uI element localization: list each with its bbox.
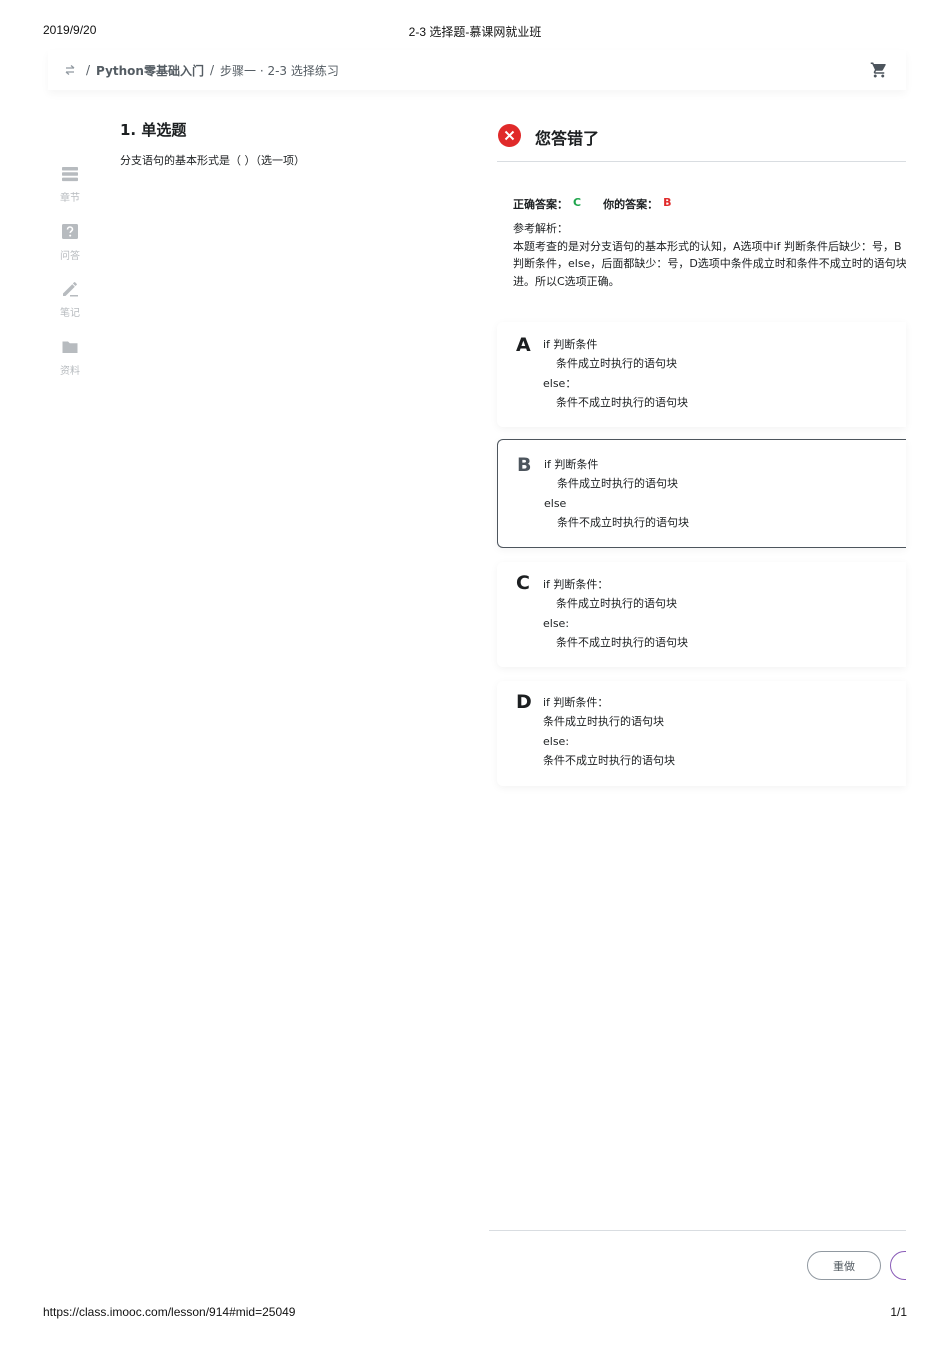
breadcrumb-lesson: 步骤一 · 2-3 选择练习	[220, 63, 339, 78]
chapter-icon	[61, 165, 79, 187]
close-circle-icon	[498, 124, 521, 147]
option-line: 条件成立时执行的语句块	[557, 477, 678, 491]
option-line: if 判断条件	[543, 338, 598, 351]
option-line: if 判断条件：	[543, 578, 609, 591]
option-line: 条件不成立时执行的语句块	[556, 395, 688, 409]
sidenav-item-materials[interactable]: 资料	[50, 338, 90, 396]
note-pencil-icon	[61, 280, 79, 302]
option-code: if 判断条件： 条件成立时执行的语句块 else: 条件不成立时执行的语句块	[543, 575, 688, 652]
print-page-title: 2-3 选择题-慕课网就业班	[408, 25, 542, 39]
option-c[interactable]: C if 判断条件： 条件成立时执行的语句块 else: 条件不成立时执行的语句…	[497, 562, 906, 667]
sidenav-label: 资料	[60, 365, 80, 377]
option-line: 条件成立时执行的语句块	[556, 597, 677, 611]
question-title: 1. 单选题	[120, 121, 187, 139]
divider	[489, 1230, 906, 1231]
sidenav-label: 章节	[60, 193, 80, 204]
analysis-line: 判断条件，else，后面都缺少：号，D选项中条件成立时和条件不成立时的语句块	[513, 257, 906, 270]
sidenav-item-notes[interactable]: 笔记	[50, 280, 90, 338]
option-letter: B	[517, 454, 532, 476]
option-b[interactable]: B if 判断条件 条件成立时执行的语句块 else 条件不成立时执行的语句块	[497, 439, 906, 548]
correct-answer-label: 正确答案：	[513, 198, 568, 211]
option-line: else：	[543, 376, 577, 390]
option-letter: D	[516, 691, 532, 713]
sidenav-item-qa[interactable]: 问答	[50, 223, 90, 281]
option-letter: A	[516, 334, 531, 356]
question-text: 分支语句的基本形式是（ ）（选一项）	[120, 154, 305, 167]
breadcrumb-separator: /	[86, 63, 91, 77]
option-line: 条件不成立时执行的语句块	[557, 515, 689, 529]
option-a[interactable]: A if 判断条件 条件成立时执行的语句块 else： 条件不成立时执行的语句块	[497, 322, 906, 427]
redo-button[interactable]: 重做	[807, 1251, 881, 1280]
cart-icon[interactable]	[870, 61, 888, 79]
option-line: 条件成立时执行的语句块	[556, 357, 677, 371]
option-code: if 判断条件： 条件成立时执行的语句块 else: 条件不成立时执行的语句块	[543, 693, 675, 770]
answer-summary: 正确答案： C 你的答案： B	[513, 196, 671, 212]
answer-analysis: 参考解析： 本题考查的是对分支语句的基本形式的认知，A选项中if 判断条件后缺少…	[513, 220, 906, 290]
option-code: if 判断条件 条件成立时执行的语句块 else： 条件不成立时执行的语句块	[543, 335, 688, 412]
analysis-line: 本题考查的是对分支语句的基本形式的认知，A选项中if 判断条件后缺少：号，B	[513, 239, 902, 253]
sidenav-label: 笔记	[60, 308, 80, 319]
option-line: 条件成立时执行的语句块	[543, 715, 664, 729]
result-header: 您答错了	[497, 124, 906, 162]
option-line: if 判断条件	[544, 458, 599, 471]
option-line: if 判断条件：	[543, 696, 609, 709]
print-url: https://class.imooc.com/lesson/914#mid=2…	[43, 1305, 296, 1319]
print-page-number: 1/1	[890, 1305, 907, 1319]
breadcrumb-bar: / Python零基础入门 / 步骤一 · 2-3 选择练习	[48, 50, 906, 90]
result-status: 您答错了	[535, 129, 600, 148]
breadcrumb-course[interactable]: Python零基础入门	[96, 62, 204, 79]
breadcrumb-separator: /	[209, 63, 215, 77]
analysis-line: 进。所以C选项正确。	[513, 274, 620, 288]
option-line: else	[544, 496, 567, 510]
side-nav: 章节 问答 笔记 资料	[50, 165, 90, 395]
option-d[interactable]: D if 判断条件： 条件成立时执行的语句块 else: 条件不成立时执行的语句…	[497, 681, 906, 786]
option-line: else:	[543, 734, 570, 748]
analysis-label: 参考解析：	[513, 222, 568, 235]
option-line: 条件不成立时执行的语句块	[543, 753, 675, 767]
switch-arrows-icon[interactable]	[60, 60, 80, 80]
your-answer-value: B	[663, 196, 672, 209]
option-line: 条件不成立时执行的语句块	[556, 635, 688, 649]
next-button[interactable]	[890, 1251, 906, 1280]
option-code: if 判断条件 条件成立时执行的语句块 else 条件不成立时执行的语句块	[544, 455, 689, 532]
correct-answer-value: C	[573, 196, 582, 209]
your-answer-label: 你的答案：	[603, 198, 659, 211]
question-icon	[61, 223, 79, 245]
option-line: else:	[543, 616, 570, 630]
folder-icon	[61, 338, 79, 360]
option-letter: C	[516, 572, 530, 594]
sidenav-item-chapter[interactable]: 章节	[50, 165, 90, 223]
sidenav-label: 问答	[60, 250, 80, 262]
